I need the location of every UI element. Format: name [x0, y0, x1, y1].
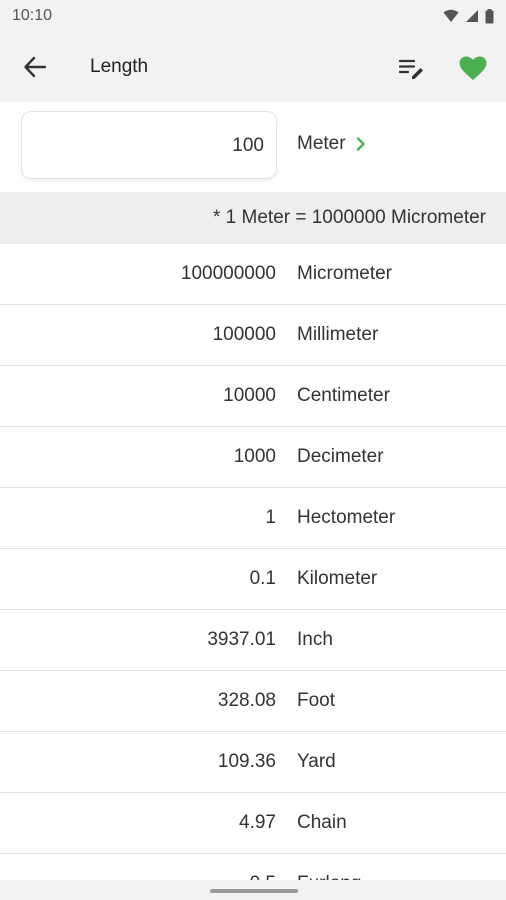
- result-unit: Decimeter: [297, 446, 384, 467]
- app-bar: Length: [0, 32, 506, 102]
- result-row[interactable]: 1 Hectometer: [0, 488, 506, 549]
- signal-icon: [466, 10, 478, 22]
- conversion-info-text: * 1 Meter = 1000000 Micrometer: [213, 207, 486, 228]
- result-unit: Inch: [297, 629, 333, 650]
- result-unit: Foot: [297, 690, 336, 711]
- heart-icon: [459, 56, 487, 80]
- result-value: 1: [265, 507, 276, 528]
- result-value: 10000: [223, 385, 276, 406]
- favorite-button[interactable]: [456, 52, 490, 84]
- input-row: Meter: [0, 102, 506, 192]
- result-row[interactable]: 0.1 Kilometer: [0, 549, 506, 610]
- result-row[interactable]: 3937.01 Inch: [0, 610, 506, 671]
- result-unit: Millimeter: [297, 324, 379, 345]
- result-value: 109.36: [217, 751, 276, 772]
- gesture-handle[interactable]: [210, 889, 298, 893]
- page-title: Length: [90, 56, 149, 77]
- back-button[interactable]: [18, 52, 52, 82]
- value-card: [21, 111, 277, 180]
- result-value: 100000: [212, 324, 276, 345]
- result-row[interactable]: 4.97 Chain: [0, 793, 506, 854]
- arrow-left-icon: [24, 56, 47, 78]
- result-row[interactable]: 1000 Decimeter: [0, 427, 506, 488]
- result-row[interactable]: 109.36 Yard: [0, 732, 506, 793]
- unit-selector-label: Meter: [297, 133, 346, 154]
- result-list: 100000000 Micrometer 100000 Millimeter 1…: [0, 244, 506, 884]
- result-unit: Yard: [297, 751, 336, 772]
- result-value: 100000000: [180, 263, 276, 284]
- result-unit: Micrometer: [297, 263, 393, 284]
- result-row[interactable]: 100000 Millimeter: [0, 305, 506, 366]
- result-row[interactable]: 328.08 Foot: [0, 671, 506, 732]
- result-unit: Chain: [297, 812, 347, 833]
- result-unit: Kilometer: [297, 568, 378, 589]
- result-value: 0.1: [249, 568, 276, 589]
- navigation-bar: [0, 880, 506, 900]
- result-unit: Centimeter: [297, 385, 390, 406]
- result-value: 3937.01: [207, 629, 276, 650]
- battery-icon: [485, 8, 494, 23]
- result-unit: Hectometer: [297, 507, 396, 528]
- edit-list-button[interactable]: [396, 54, 428, 82]
- status-icons: [443, 8, 494, 24]
- status-bar: 10:10: [0, 0, 506, 32]
- value-input[interactable]: [44, 112, 264, 180]
- result-value: 328.08: [217, 690, 276, 711]
- result-value: 1000: [233, 446, 276, 467]
- result-value: 4.97: [239, 812, 276, 833]
- chevron-right-icon: [356, 137, 365, 151]
- unit-selector[interactable]: Meter: [297, 133, 366, 155]
- wifi-icon: [443, 9, 459, 22]
- list-edit-icon: [399, 59, 423, 79]
- conversion-info-bar: * 1 Meter = 1000000 Micrometer: [0, 192, 506, 244]
- result-row[interactable]: 10000 Centimeter: [0, 366, 506, 427]
- status-time: 10:10: [12, 7, 53, 24]
- result-row[interactable]: 100000000 Micrometer: [0, 244, 506, 305]
